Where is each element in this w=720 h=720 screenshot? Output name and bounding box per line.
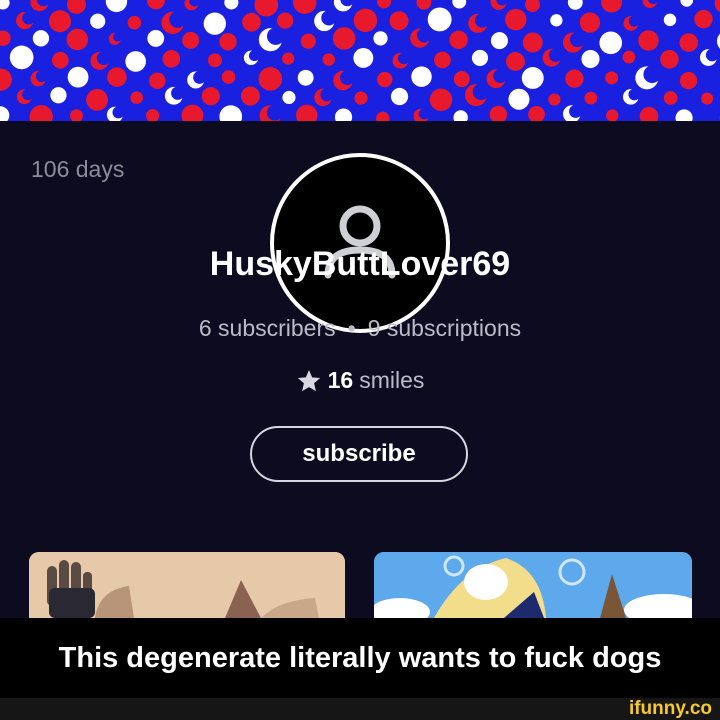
thumbnail-art	[29, 552, 345, 618]
thumbnail-art	[374, 552, 692, 618]
subscribe-button[interactable]: subscribe	[250, 426, 468, 482]
banner-pattern	[0, 0, 720, 121]
smiles-label: smiles	[359, 367, 425, 393]
subscribers-count[interactable]: 6 subscribers	[199, 315, 336, 341]
stats-separator: •	[347, 315, 356, 341]
profile-banner	[0, 0, 720, 121]
account-age: 106 days	[31, 156, 125, 182]
star-icon	[297, 369, 320, 391]
meme-caption: This degenerate literally wants to fuck …	[0, 618, 720, 698]
username: HuskyButtLover69	[209, 245, 511, 283]
smiles-stat: 16 smiles	[0, 367, 720, 394]
footer-bar: ifunny.co	[0, 698, 720, 720]
smiles-count: 16	[327, 367, 354, 393]
profile-stats: 6 subscribers • 9 subscriptions	[0, 315, 720, 342]
post-thumbnail[interactable]	[29, 552, 345, 618]
post-thumbnail[interactable]	[374, 552, 692, 618]
subscriptions-count[interactable]: 9 subscriptions	[368, 315, 521, 341]
avatar[interactable]	[270, 153, 450, 333]
ifunny-watermark: ifunny.co	[628, 698, 712, 719]
